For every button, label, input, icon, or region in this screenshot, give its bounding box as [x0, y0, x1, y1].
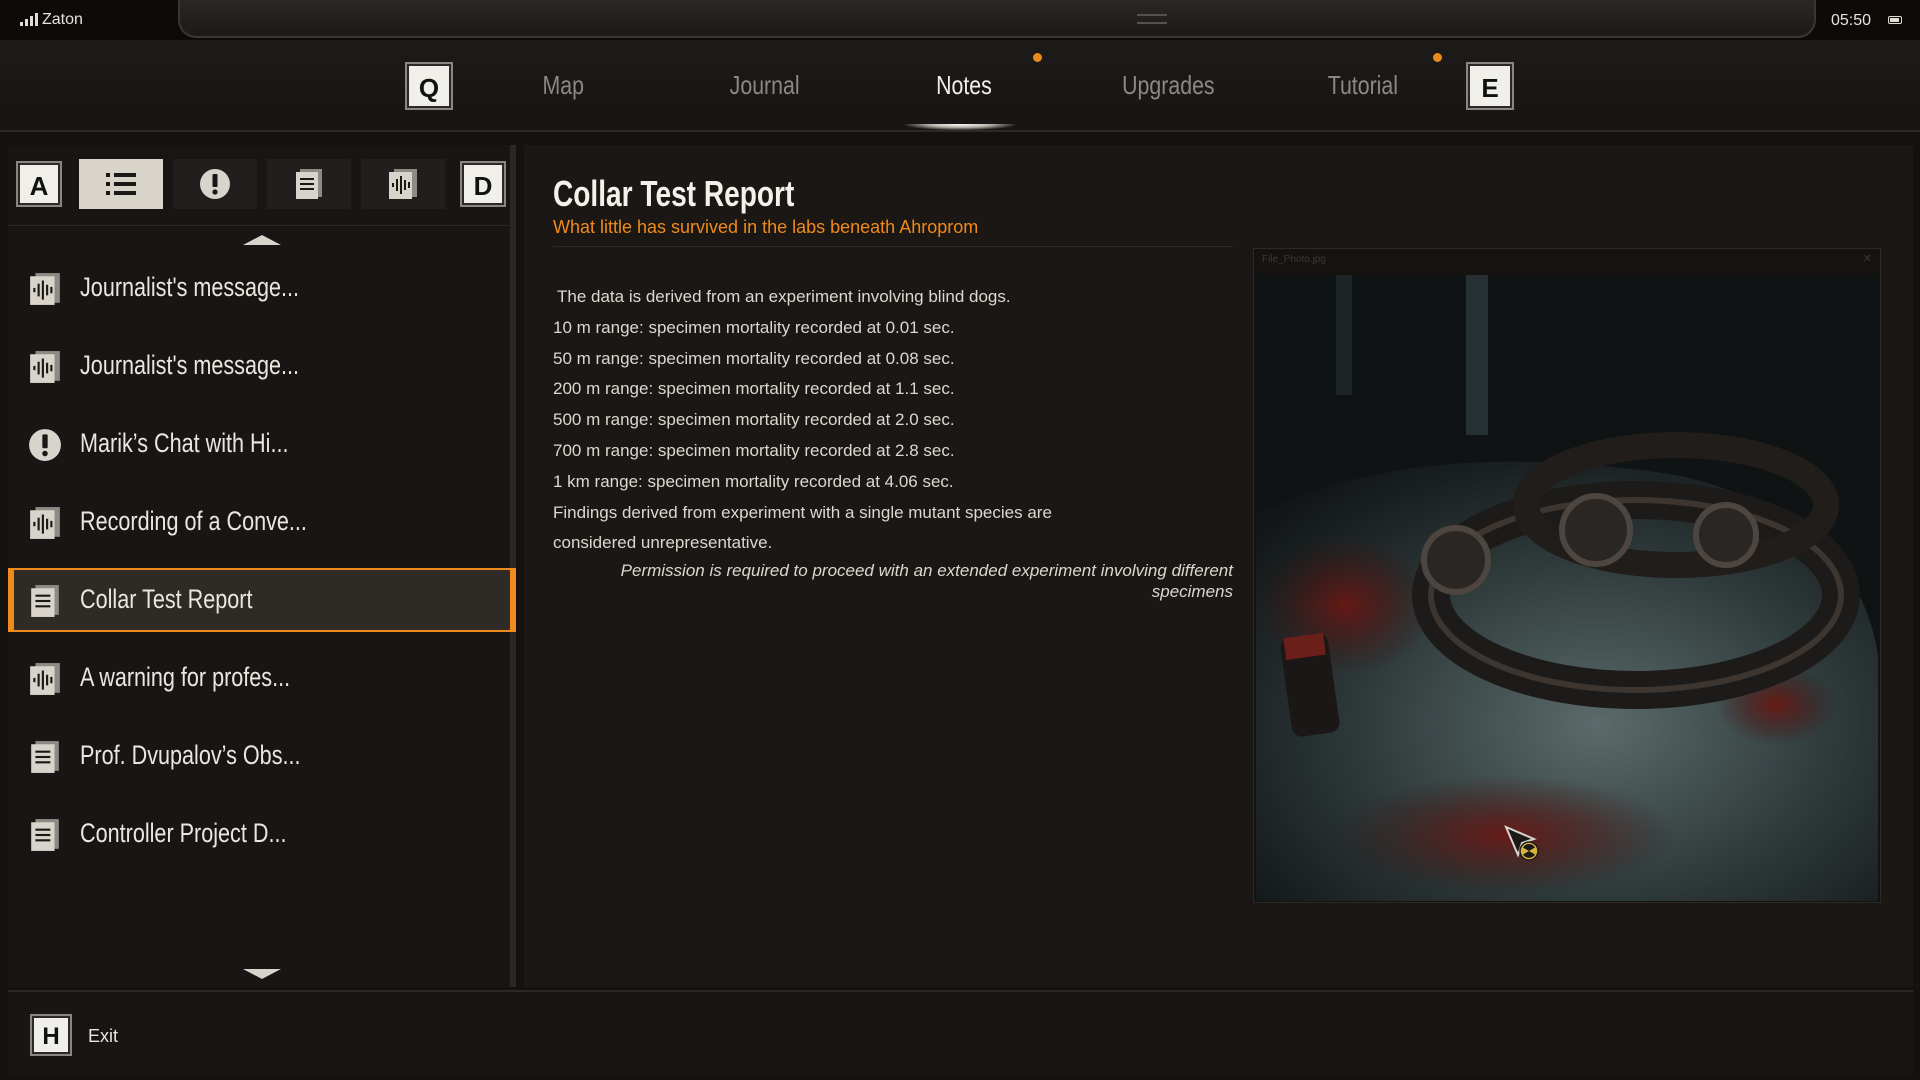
- list-item-label: Marik’s Chat with Hi...: [80, 428, 289, 458]
- exclamation-icon: [200, 169, 230, 199]
- filter-alert-button[interactable]: [173, 159, 257, 209]
- divider: [8, 225, 516, 226]
- document-icon: [296, 169, 322, 199]
- note-line: 1 km range: specimen mortality recorded …: [553, 471, 954, 491]
- audio-recording-icon: [30, 351, 60, 383]
- notes-list-panel: A D Journalist's message... Journalist's…: [8, 145, 516, 987]
- notes-list: Journalist's message... Journalist's mes…: [8, 256, 516, 880]
- note-subtitle: What little has survived in the labs ben…: [553, 217, 979, 237]
- prev-tab-key[interactable]: Q: [405, 62, 453, 110]
- next-tab-key[interactable]: E: [1466, 62, 1514, 110]
- filter-bar: A D: [8, 159, 516, 211]
- tab-notes[interactable]: Notes: [936, 70, 992, 101]
- list-item[interactable]: Journalist's message...: [8, 256, 516, 320]
- collar-photo-illustration: [1256, 275, 1878, 901]
- collar-photo: [1256, 275, 1878, 901]
- note-line: 700 m range: specimen mortality recorded…: [553, 440, 955, 460]
- next-filter-key[interactable]: D: [460, 161, 506, 207]
- tutorial-notification-dot: [1433, 53, 1442, 62]
- location-label: Zaton: [42, 11, 83, 28]
- filter-audio-button[interactable]: [361, 159, 445, 209]
- list-item-label: Prof. Dvupalov’s Obs...: [80, 740, 301, 770]
- filter-all-button[interactable]: [79, 159, 163, 209]
- tab-journal[interactable]: Journal: [730, 70, 800, 101]
- note-line: 10 m range: specimen mortality recorded …: [553, 317, 955, 337]
- list-item-label: Collar Test Report: [80, 584, 253, 614]
- exit-button[interactable]: Exit: [88, 1026, 118, 1047]
- note-detail-panel: Collar Test Report What little has survi…: [524, 145, 1913, 987]
- note-body: The data is derived from an experiment i…: [553, 282, 1233, 559]
- note-line: 50 m range: specimen mortality recorded …: [553, 348, 955, 368]
- note-title: Collar Test Report: [553, 173, 795, 214]
- scroll-down-icon[interactable]: [243, 969, 281, 979]
- scroll-up-icon[interactable]: [243, 235, 281, 245]
- list-item[interactable]: Prof. Dvupalov’s Obs...: [8, 724, 516, 788]
- list-item[interactable]: A warning for profes...: [8, 646, 516, 710]
- tab-tutorial[interactable]: Tutorial: [1328, 70, 1398, 101]
- list-item[interactable]: Recording of a Conve...: [8, 490, 516, 554]
- exit-key[interactable]: H: [30, 1014, 72, 1056]
- note-line: 500 m range: specimen mortality recorded…: [553, 410, 955, 430]
- tab-upgrades[interactable]: Upgrades: [1122, 70, 1214, 101]
- photo-filename: File_Photo.jpg: [1262, 254, 1326, 265]
- note-line: The data is derived from an experiment i…: [557, 287, 1011, 306]
- document-icon: [31, 819, 59, 851]
- status-bar: Zaton 05:50: [0, 0, 1920, 40]
- notes-notification-dot: [1033, 53, 1042, 62]
- close-icon: ✕: [1862, 253, 1872, 265]
- list-icon: [106, 173, 136, 195]
- photo-viewer: File_Photo.jpg ✕: [1253, 248, 1881, 903]
- document-icon: [31, 741, 59, 773]
- list-item[interactable]: Controller Project D...: [8, 802, 516, 866]
- active-tab-indicator: [905, 124, 1015, 130]
- audio-recording-icon: [30, 507, 60, 539]
- divider: [553, 246, 1233, 247]
- note-line: considered unrepresentative.: [553, 533, 773, 553]
- prev-filter-key[interactable]: A: [16, 161, 62, 207]
- note-signature: Permission is required to proceed with a…: [620, 561, 1233, 601]
- note-line: 200 m range: specimen mortality recorded…: [553, 379, 955, 399]
- list-item-label: Journalist's message...: [80, 272, 300, 302]
- tab-map[interactable]: Map: [543, 70, 584, 101]
- bottom-bar: H Exit: [8, 990, 1913, 1076]
- list-item-label: Journalist's message...: [80, 350, 300, 380]
- cursor-icon: [1504, 825, 1539, 861]
- signal-icon: [20, 12, 38, 26]
- battery-icon: [1888, 16, 1902, 24]
- device-notch: [1137, 14, 1167, 24]
- clock: 05:50: [1831, 12, 1872, 29]
- filter-document-button[interactable]: [267, 159, 351, 209]
- list-item-label: Recording of a Conve...: [80, 506, 307, 536]
- audio-recording-icon: [30, 663, 60, 695]
- list-item-label: Controller Project D...: [80, 818, 287, 848]
- tab-bar: Q Map Journal Notes Upgrades Tutorial E: [0, 40, 1920, 132]
- list-item-label: A warning for profes...: [80, 662, 291, 692]
- list-item[interactable]: Journalist's message...: [8, 334, 516, 398]
- device-frame: [178, 0, 1816, 38]
- list-item[interactable]: Marik’s Chat with Hi...: [8, 412, 516, 476]
- audio-recording-icon: [30, 273, 60, 305]
- exclamation-icon: [29, 429, 61, 461]
- audio-recording-icon: [389, 169, 417, 199]
- list-item-selected[interactable]: Collar Test Report: [8, 568, 516, 632]
- document-icon: [31, 585, 59, 617]
- note-line: Findings derived from experiment with a …: [553, 502, 1052, 522]
